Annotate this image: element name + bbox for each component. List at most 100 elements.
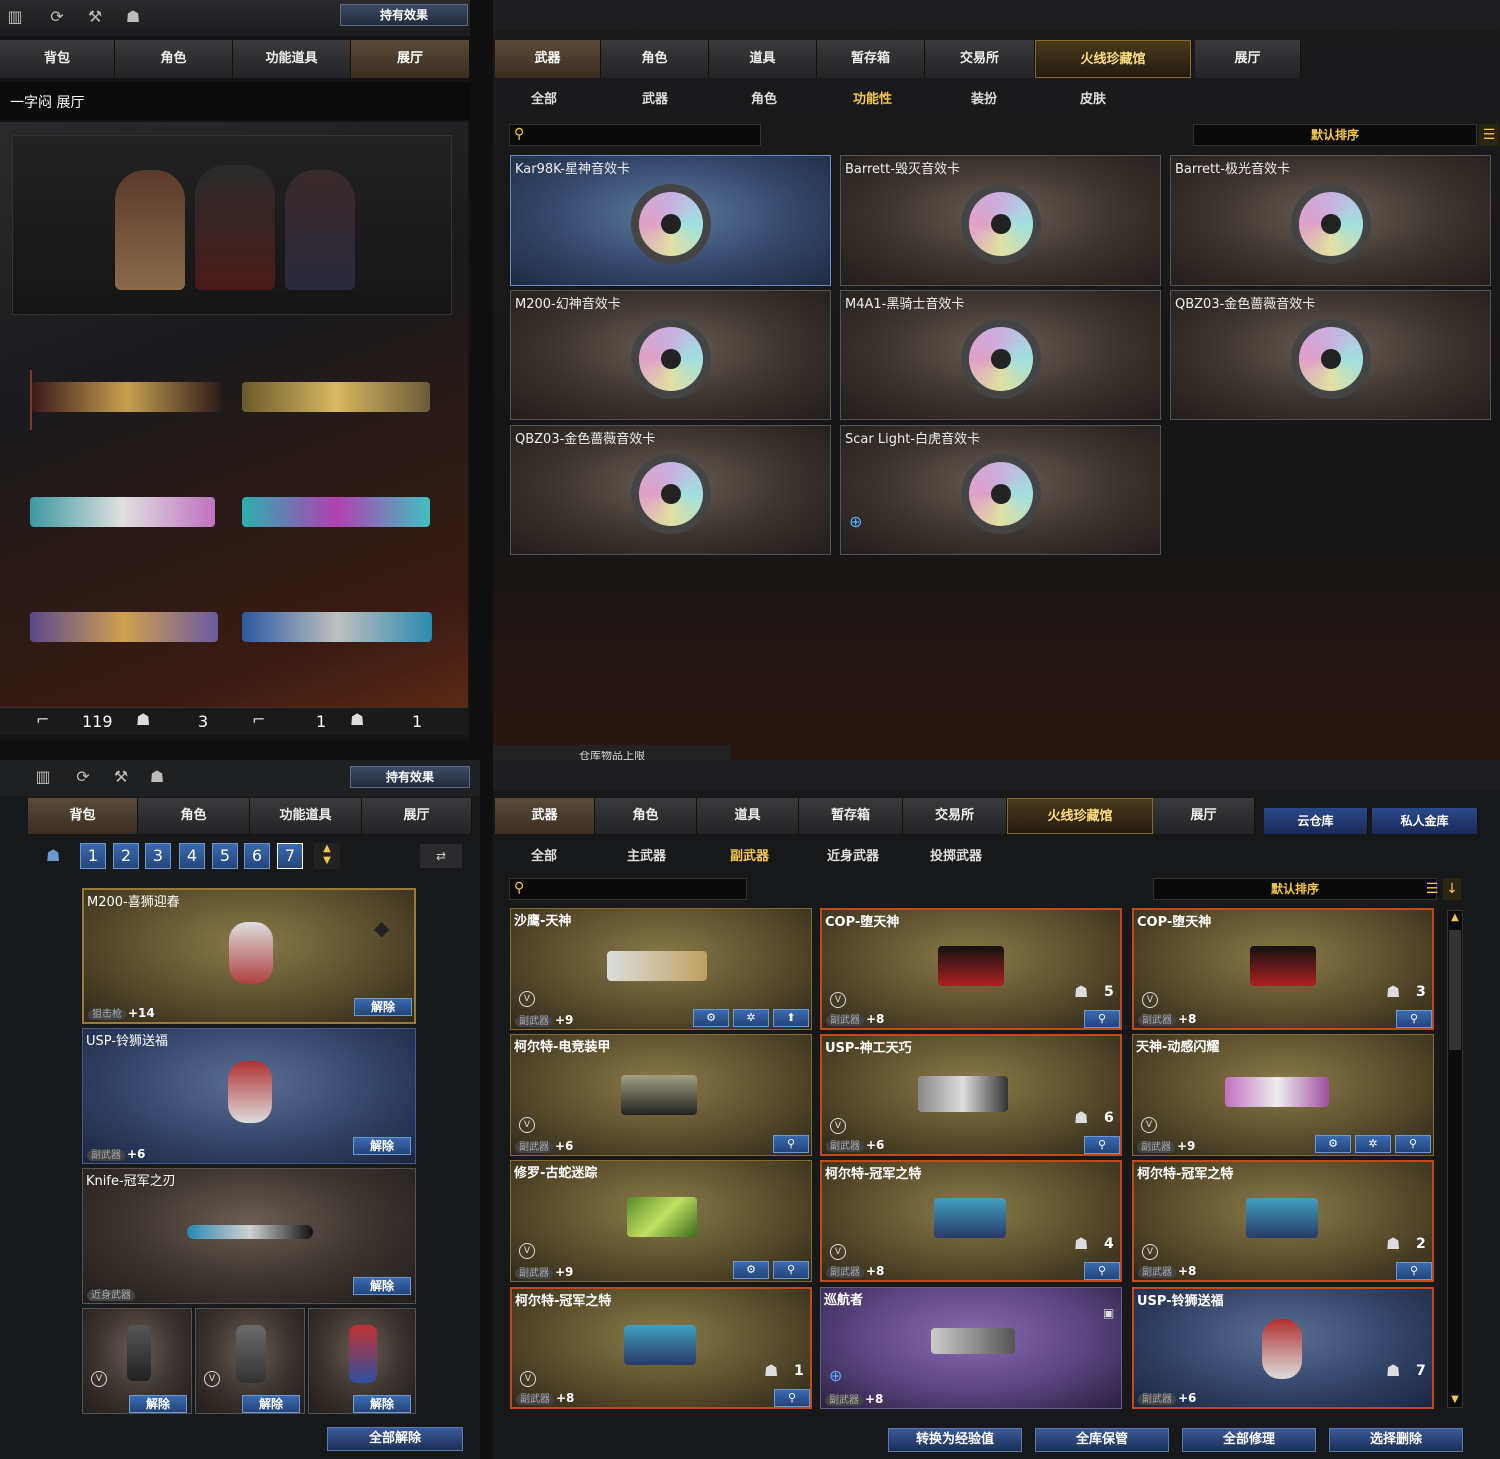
sound-card[interactable]: M4A1-黑骑士音效卡 [840, 290, 1161, 420]
weapon-card[interactable]: 柯尔特-冠军之特 V ☗ 2 副武器 +8 ⚲ [1132, 1160, 1434, 1282]
tune-button[interactable]: ⚙ [1315, 1135, 1351, 1153]
helmet-icon[interactable]: ☗ [122, 6, 144, 28]
page-4[interactable]: 4 [179, 843, 205, 869]
tab-function-items[interactable]: 功能道具 [233, 40, 351, 78]
subtab-character[interactable]: 角色 [751, 88, 777, 107]
sort-dropdown[interactable]: 默认排序 [1153, 878, 1437, 900]
sound-card[interactable]: Kar98K-星神音效卡 [510, 155, 831, 286]
search-button[interactable]: ⚲ [1396, 1010, 1432, 1028]
grenade-slot[interactable]: V 解除 [195, 1308, 305, 1414]
subtab-skins[interactable]: 皮肤 [1080, 88, 1106, 107]
swap-icon[interactable]: ⇄ [420, 844, 462, 868]
weapon-card[interactable]: 柯尔特-冠军之特 V ☗ 4 副武器 +8 ⚲ [820, 1160, 1122, 1282]
select-delete-button[interactable]: 选择删除 [1329, 1428, 1463, 1452]
tab-hall[interactable]: 展厅 [362, 798, 472, 834]
tab-exchange[interactable]: 交易所 [903, 798, 1007, 834]
store-all-button[interactable]: 全库保管 [1035, 1428, 1169, 1452]
weapon-card[interactable]: COP-堕天神 V ☗ 3 副武器 +8 ⚲ [1132, 908, 1434, 1030]
release-button[interactable]: 解除 [129, 1395, 187, 1413]
release-button[interactable]: 解除 [353, 1137, 411, 1155]
tab-hall[interactable]: 展厅 [351, 40, 470, 78]
weapon-card[interactable]: 天神-动感闪耀 V 副武器 +9 ⚙ ✲ ⚲ [1132, 1034, 1434, 1156]
tab-backpack[interactable]: 背包 [0, 40, 115, 78]
subtab-throwing[interactable]: 投掷武器 [930, 845, 982, 864]
effects-button[interactable]: 持有效果 [340, 4, 468, 26]
weapon-card[interactable]: 柯尔特-电竞装甲 V 副武器 +6 ⚲ [510, 1034, 812, 1156]
sound-card[interactable]: QBZ03-金色蔷薇音效卡 [1170, 290, 1491, 420]
search-button[interactable]: ⚲ [774, 1389, 810, 1407]
scroll-up-icon[interactable]: ▲ [1447, 910, 1463, 926]
tab-hall[interactable]: 展厅 [1153, 798, 1255, 834]
refresh-icon[interactable]: ⟳ [72, 766, 94, 788]
release-button[interactable]: 解除 [354, 998, 412, 1016]
tab-function-items[interactable]: 功能道具 [250, 798, 362, 834]
release-button[interactable]: 解除 [353, 1277, 411, 1295]
list-view-icon[interactable]: ☰ [1479, 124, 1499, 146]
tab-storage[interactable]: 暂存箱 [799, 798, 903, 834]
weapon-card[interactable]: 柯尔特-冠军之特 V ☗ 1 副武器 +8 ⚲ [510, 1287, 812, 1409]
list-view-icon[interactable]: ☰ [1423, 878, 1441, 900]
weapon-card[interactable]: 沙鹰-天神 V 副武器 +9 ⚙ ✲ ⬆ [510, 908, 812, 1030]
weapon-slot-4[interactable] [242, 485, 434, 545]
page-5[interactable]: 5 [212, 843, 238, 869]
tab-exchange[interactable]: 交易所 [925, 40, 1035, 78]
page-2[interactable]: 2 [113, 843, 139, 869]
tab-cloud-storage[interactable]: 云仓库 [1264, 808, 1368, 834]
search-button[interactable]: ⚲ [773, 1261, 809, 1279]
subtab-outfit[interactable]: 装扮 [971, 88, 997, 107]
sort-direction-icon[interactable]: ↓ [1443, 878, 1461, 900]
release-all-button[interactable]: 全部解除 [327, 1427, 463, 1451]
weapon-card[interactable]: COP-堕天神 V ☗ 5 副武器 +8 ⚲ [820, 908, 1122, 1030]
weapon-card[interactable]: 修罗-古蛇迷踪 V 副武器 +9 ⚙ ⚲ [510, 1160, 812, 1282]
scroll-down-icon[interactable]: ▼ [1447, 1392, 1463, 1408]
sound-card[interactable]: QBZ03-金色蔷薇音效卡 [510, 425, 831, 555]
tab-items[interactable]: 道具 [709, 40, 817, 78]
repair-all-button[interactable]: 全部修理 [1182, 1428, 1316, 1452]
upgrade-button[interactable]: ⬆ [773, 1009, 809, 1027]
release-button[interactable]: 解除 [353, 1395, 411, 1413]
settings-button[interactable]: ✲ [733, 1009, 769, 1027]
subtab-functional[interactable]: 功能性 [853, 88, 892, 107]
weapon-slot-5[interactable] [30, 600, 222, 660]
tab-hall[interactable]: 展厅 [1195, 40, 1301, 78]
search-button[interactable]: ⚲ [1396, 1262, 1432, 1280]
tab-weapons[interactable]: 武器 [495, 798, 595, 834]
search-button[interactable]: ⚲ [773, 1135, 809, 1153]
helmet-icon[interactable]: ☗ [146, 766, 168, 788]
sound-card[interactable]: Scar Light-白虎音效卡 ⊕ [840, 425, 1161, 555]
release-button[interactable]: 解除 [242, 1395, 300, 1413]
sort-dropdown[interactable]: 默认排序 [1193, 124, 1477, 146]
tab-private-vault[interactable]: 私人金库 [1372, 808, 1478, 834]
tab-character[interactable]: 角色 [601, 40, 709, 78]
tab-character[interactable]: 角色 [138, 798, 250, 834]
sound-card[interactable]: M200-幻神音效卡 [510, 290, 831, 420]
grenade-slot[interactable]: 解除 [308, 1308, 416, 1414]
page-3[interactable]: 3 [145, 843, 171, 869]
page-1[interactable]: 1 [80, 843, 106, 869]
weapon-card[interactable]: 巡航者 ▣ ⊕ 副武器 +8 [820, 1287, 1122, 1409]
search-input[interactable]: ⚲ [509, 124, 761, 146]
weapon-card[interactable]: USP-铃狮送福 ☗ 7 副武器 +6 [1132, 1287, 1434, 1409]
scroll-thumb[interactable] [1449, 930, 1461, 1050]
subtab-secondary[interactable]: 副武器 [730, 845, 769, 864]
search-button[interactable]: ⚲ [1084, 1010, 1120, 1028]
weapon-slot-3[interactable] [30, 485, 222, 545]
equipped-item[interactable]: USP-铃狮送福 副武器 +6 解除 [82, 1028, 416, 1164]
search-button[interactable]: ⚲ [1084, 1262, 1120, 1280]
sound-card[interactable]: Barrett-毁灭音效卡 [840, 155, 1161, 286]
tune-button[interactable]: ⚙ [693, 1009, 729, 1027]
tab-character[interactable]: 角色 [115, 40, 233, 78]
sound-card[interactable]: Barrett-极光音效卡 [1170, 155, 1491, 286]
equipped-item[interactable]: M200-喜狮迎春 ◆ 狙击枪 +14 解除 [82, 888, 416, 1024]
subtab-all[interactable]: 全部 [531, 845, 557, 864]
stats-icon[interactable]: ▥ [4, 6, 26, 28]
tab-storage[interactable]: 暂存箱 [817, 40, 925, 78]
tab-items[interactable]: 道具 [697, 798, 799, 834]
tab-collection[interactable]: 火线珍藏馆 [1035, 40, 1191, 78]
weapon-slot-6[interactable] [242, 600, 434, 660]
search-button[interactable]: ⚲ [1395, 1135, 1431, 1153]
page-6[interactable]: 6 [244, 843, 270, 869]
weapon-slot-2[interactable] [242, 370, 434, 430]
refresh-icon[interactable]: ⟳ [46, 6, 68, 28]
equipped-item[interactable]: Knife-冠军之刃 近身武器 解除 [82, 1168, 416, 1304]
